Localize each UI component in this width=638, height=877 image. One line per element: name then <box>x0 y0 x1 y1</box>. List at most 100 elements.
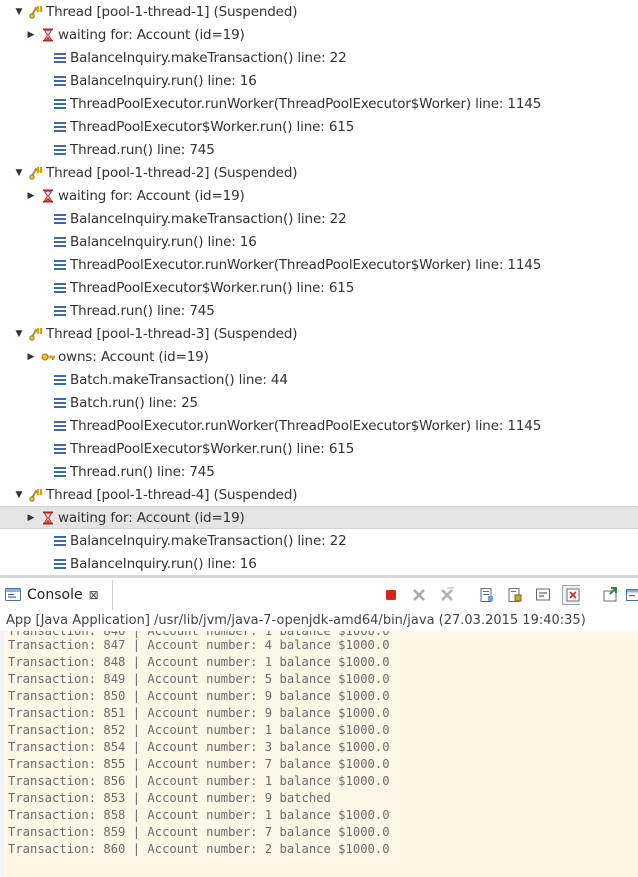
stack-frame-node[interactable]: BalanceInquiry.makeTransaction() line: 2… <box>0 46 638 69</box>
remove-launch-icon[interactable] <box>410 586 428 604</box>
stack-frame-node[interactable]: Batch.run() line: 25 <box>0 391 638 414</box>
monitor-node[interactable]: ▶ waiting for: Account (id=19) <box>0 23 638 46</box>
stack-frame-node[interactable]: ThreadPoolExecutor$Worker.run() line: 61… <box>0 115 638 138</box>
console-tab-label: Console <box>27 587 83 603</box>
stack-frame-icon <box>52 533 68 549</box>
monitor-node[interactable]: ▶ waiting for: Account (id=19) <box>0 184 638 207</box>
stack-frame-node[interactable]: BalanceInquiry.makeTransaction() line: 2… <box>0 207 638 230</box>
console-output-line: Transaction: 847 | Account number: 4 bal… <box>8 638 390 652</box>
collapse-twistie-icon[interactable]: ▼ <box>14 168 24 178</box>
console-output-line: Transaction: 851 | Account number: 9 bal… <box>8 706 390 720</box>
console-output-line: Transaction: 849 | Account number: 5 bal… <box>8 672 390 686</box>
console-output-line: Transaction: 848 | Account number: 1 bal… <box>8 655 390 669</box>
expand-twistie-icon[interactable]: ▶ <box>26 30 36 40</box>
thread-node[interactable]: ▼ Thread [pool-1-thread-1] (Suspended) <box>0 0 638 23</box>
console-output-line: Transaction: 856 | Account number: 1 bal… <box>8 774 390 788</box>
tree-node-label: ThreadPoolExecutor.runWorker(ThreadPoolE… <box>70 256 542 273</box>
close-icon[interactable]: ⊠ <box>89 588 99 602</box>
expand-twistie-icon[interactable]: ▶ <box>26 513 36 523</box>
stack-frame-icon <box>52 395 68 411</box>
console-output-line: Transaction: 854 | Account number: 3 bal… <box>8 740 390 754</box>
thread-node[interactable]: ▼ Thread [pool-1-thread-4] (Suspended) <box>0 483 638 506</box>
stack-frame-icon <box>52 142 68 158</box>
tree-node-label: ThreadPoolExecutor.runWorker(ThreadPoolE… <box>70 95 542 112</box>
thread-suspended-icon <box>28 165 44 181</box>
stack-frame-icon <box>52 280 68 296</box>
stack-frame-icon <box>52 50 68 66</box>
expand-twistie-icon[interactable]: ▶ <box>26 191 36 201</box>
stack-frame-node[interactable]: ThreadPoolExecutor$Worker.run() line: 61… <box>0 276 638 299</box>
console-tab[interactable]: Console ⊠ <box>0 580 113 610</box>
tree-node-label: Thread [pool-1-thread-4] (Suspended) <box>46 486 298 503</box>
tree-node-label: Batch.makeTransaction() line: 44 <box>70 371 288 388</box>
stack-frame-icon <box>52 556 68 572</box>
stack-frame-node[interactable]: ThreadPoolExecutor.runWorker(ThreadPoolE… <box>0 253 638 276</box>
open-console-icon[interactable] <box>624 586 638 604</box>
collapse-twistie-icon[interactable]: ▼ <box>14 329 24 339</box>
stack-frame-icon <box>52 73 68 89</box>
console-output-line: Transaction: 860 | Account number: 2 bal… <box>8 842 390 856</box>
launch-description: App [Java Application] /usr/lib/jvm/java… <box>0 611 638 631</box>
debug-view: ▼ Thread [pool-1-thread-1] (Suspended) ▶ wa… <box>0 0 638 578</box>
stack-frame-icon <box>52 119 68 135</box>
tree-node-label: Thread.run() line: 745 <box>70 302 215 319</box>
show-console-on-output-icon[interactable] <box>562 585 580 605</box>
terminate-icon[interactable] <box>382 586 400 604</box>
tree-node-label: BalanceInquiry.run() line: 16 <box>70 72 257 89</box>
tree-node-label: Thread.run() line: 745 <box>70 141 215 158</box>
stack-frame-node[interactable]: BalanceInquiry.run() line: 16 <box>0 230 638 253</box>
stack-frame-icon <box>52 303 68 319</box>
scroll-lock-icon[interactable] <box>506 586 524 604</box>
tree-node-label: BalanceInquiry.run() line: 16 <box>70 233 257 250</box>
tree-node-label: ThreadPoolExecutor$Worker.run() line: 61… <box>70 440 355 457</box>
pin-console-icon[interactable] <box>601 586 619 604</box>
console-output-line: Transaction: 858 | Account number: 1 bal… <box>8 808 390 822</box>
tree-node-label: BalanceInquiry.makeTransaction() line: 2… <box>70 49 347 66</box>
stack-frame-node[interactable]: Thread.run() line: 745 <box>0 138 638 161</box>
hourglass-icon <box>40 27 56 43</box>
tree-node-label: ThreadPoolExecutor$Worker.run() line: 61… <box>70 279 355 296</box>
thread-suspended-icon <box>28 487 44 503</box>
stack-frame-node[interactable]: BalanceInquiry.run() line: 16 <box>0 69 638 92</box>
console-header: Console ⊠ <box>0 578 638 612</box>
tree-node-label: BalanceInquiry.makeTransaction() line: 2… <box>70 210 347 227</box>
expand-twistie-icon[interactable]: ▶ <box>26 352 36 362</box>
stack-frame-icon <box>52 211 68 227</box>
tree-node-label: ThreadPoolExecutor.runWorker(ThreadPoolE… <box>70 417 542 434</box>
tree-node-label: ThreadPoolExecutor$Worker.run() line: 61… <box>70 118 355 135</box>
thread-node[interactable]: ▼ Thread [pool-1-thread-2] (Suspended) <box>0 161 638 184</box>
tree-node-label: owns: Account (id=19) <box>58 348 209 365</box>
clear-console-icon[interactable] <box>478 586 496 604</box>
word-wrap-icon[interactable] <box>534 586 552 604</box>
hourglass-icon <box>40 510 56 526</box>
collapse-twistie-icon[interactable]: ▼ <box>14 490 24 500</box>
stack-frame-node[interactable]: ThreadPoolExecutor.runWorker(ThreadPoolE… <box>0 414 638 437</box>
stack-frame-node[interactable]: ThreadPoolExecutor.runWorker(ThreadPoolE… <box>0 92 638 115</box>
stack-frame-node[interactable]: Thread.run() line: 745 <box>0 299 638 322</box>
remove-all-terminated-icon[interactable] <box>438 586 456 604</box>
tree-node-label: waiting for: Account (id=19) <box>58 509 245 526</box>
stack-frame-node[interactable]: Thread.run() line: 745 <box>0 460 638 483</box>
tree-node-label: Thread [pool-1-thread-2] (Suspended) <box>46 164 298 181</box>
tree-node-label: Batch.run() line: 25 <box>70 394 198 411</box>
stack-frame-node[interactable]: BalanceInquiry.run() line: 16 <box>0 552 638 575</box>
stack-frame-icon <box>52 441 68 457</box>
monitor-node[interactable]: ▶ waiting for: Account (id=19) <box>0 506 638 529</box>
hourglass-icon <box>40 188 56 204</box>
tree-node-label: Thread [pool-1-thread-1] (Suspended) <box>46 3 298 20</box>
stack-frame-icon <box>52 372 68 388</box>
stack-frame-node[interactable]: ThreadPoolExecutor$Worker.run() line: 61… <box>0 437 638 460</box>
stack-frame-icon <box>52 464 68 480</box>
stack-frame-node[interactable]: BalanceInquiry.makeTransaction() line: 2… <box>0 529 638 552</box>
console-output[interactable]: Transaction: 846 | Account number: 1 bal… <box>0 631 638 877</box>
thread-node[interactable]: ▼ Thread [pool-1-thread-3] (Suspended) <box>0 322 638 345</box>
tree-node-label: BalanceInquiry.makeTransaction() line: 2… <box>70 532 347 549</box>
stack-frame-node[interactable]: Batch.makeTransaction() line: 44 <box>0 368 638 391</box>
key-icon <box>40 349 56 365</box>
stack-frame-icon <box>52 234 68 250</box>
monitor-node[interactable]: ▶ owns: Account (id=19) <box>0 345 638 368</box>
stack-frame-icon <box>52 96 68 112</box>
tree-node-label: waiting for: Account (id=19) <box>58 187 245 204</box>
tree-node-label: BalanceInquiry.run() line: 16 <box>70 555 257 572</box>
collapse-twistie-icon[interactable]: ▼ <box>14 7 24 17</box>
